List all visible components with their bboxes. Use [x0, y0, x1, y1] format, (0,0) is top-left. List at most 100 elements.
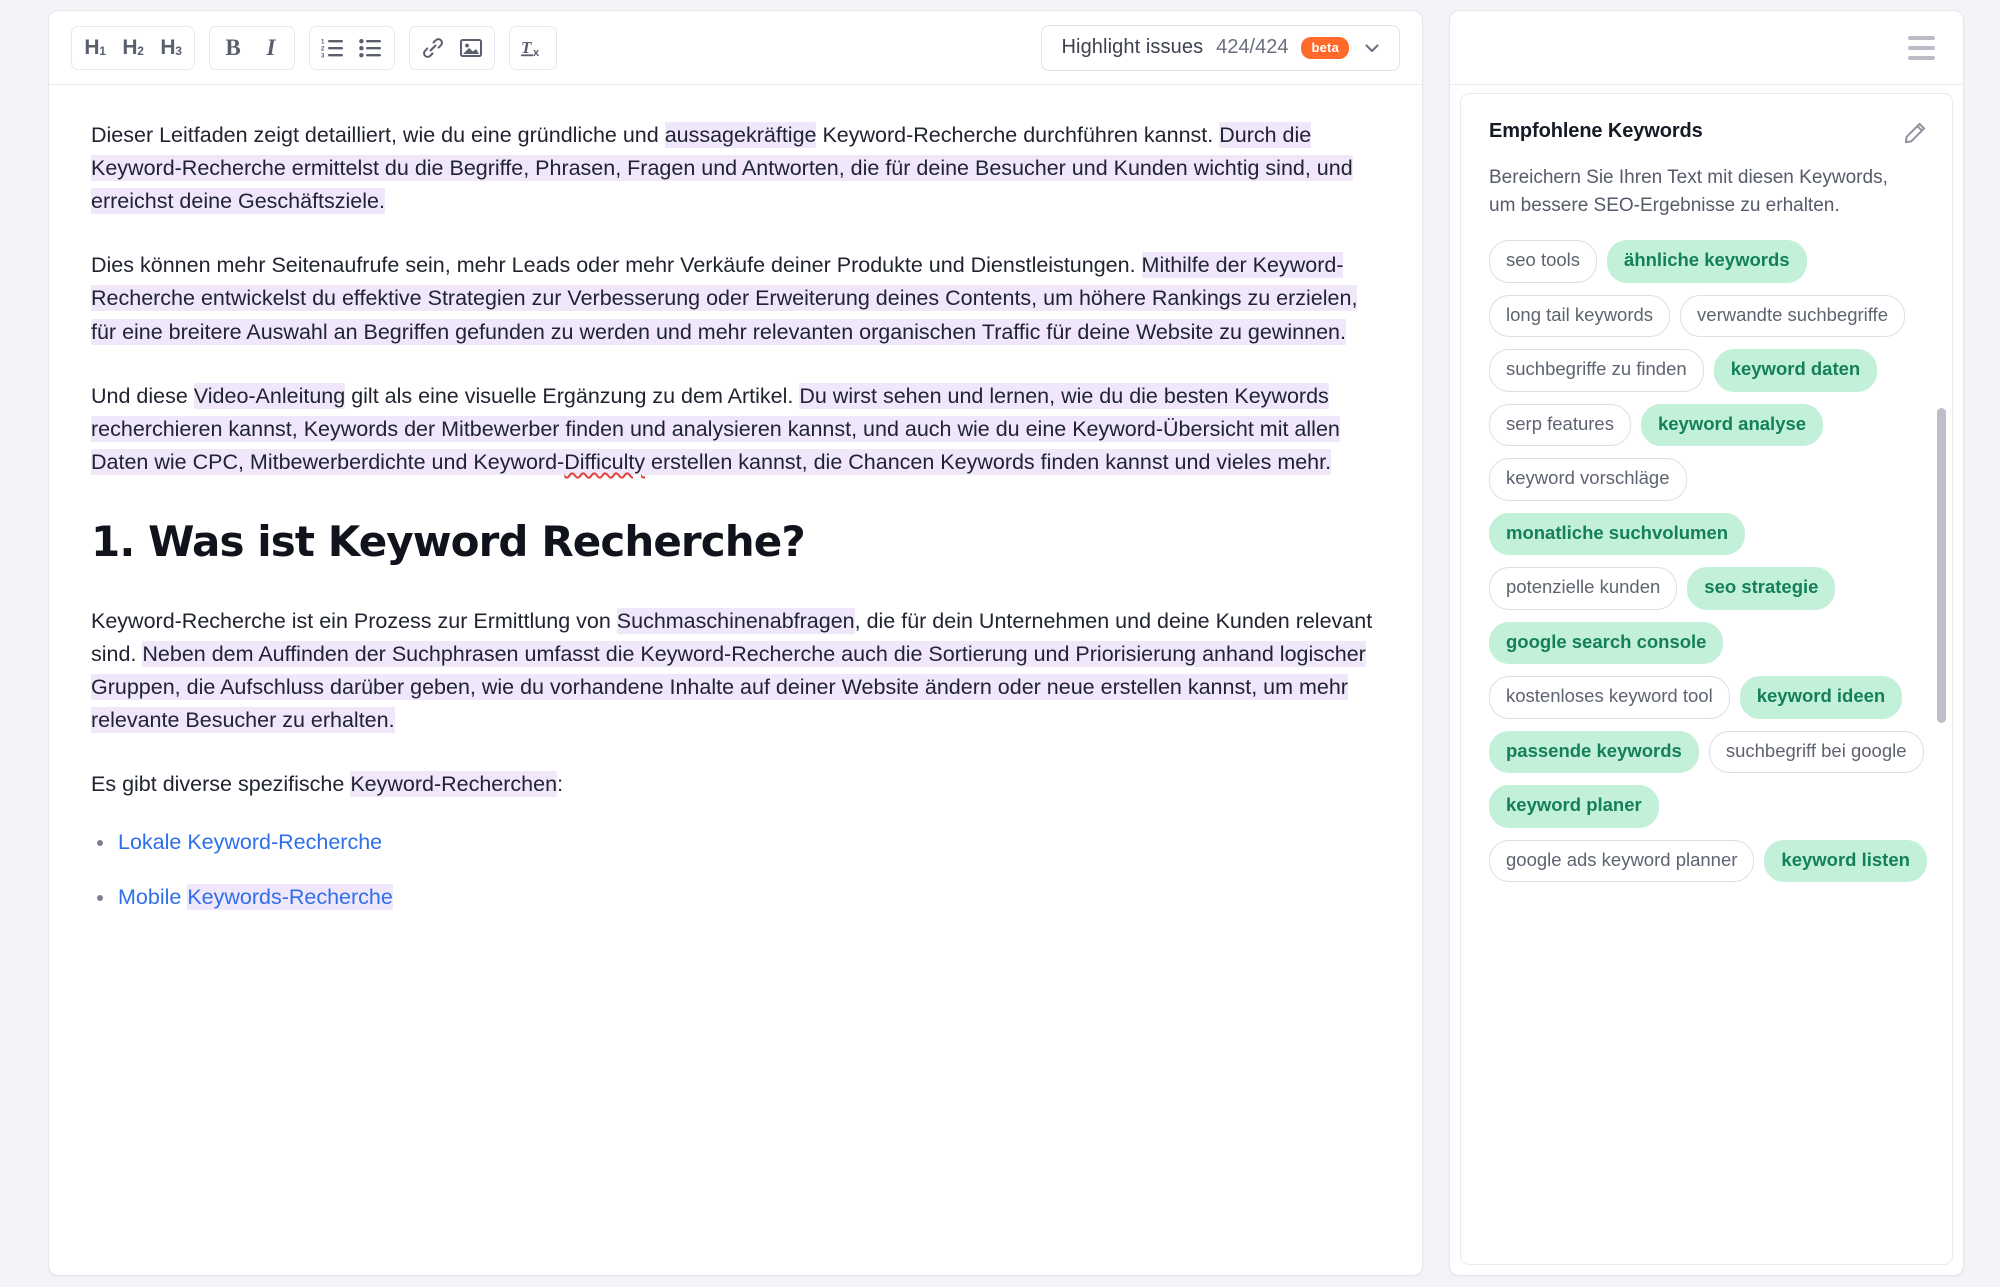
pencil-edit-icon[interactable]: [1902, 120, 1928, 146]
svg-text:x: x: [533, 47, 540, 59]
keyword-chip[interactable]: keyword ideen: [1739, 676, 1903, 719]
paragraph-3: Und diese Video-Anleitung gilt als eine …: [91, 380, 1382, 479]
keyword-chip[interactable]: keyword vorschläge: [1489, 458, 1687, 501]
link-button[interactable]: [414, 30, 452, 66]
sidebar-scrollbar-thumb[interactable]: [1937, 408, 1946, 723]
keyword-chip[interactable]: keyword daten: [1713, 349, 1878, 392]
p3-h2-text-b: erstellen kannst, die Chancen Keywords f…: [645, 449, 1332, 474]
p5-text-2: :: [557, 772, 564, 797]
keyword-chip[interactable]: potenzielle kunden: [1489, 567, 1678, 610]
highlight-issues-label: Highlight issues: [1061, 36, 1204, 58]
sidebar-scrollbar-track[interactable]: [1937, 156, 1946, 1206]
highlight-issues-count: 424/424: [1216, 36, 1289, 58]
heading-1-sub: 1: [99, 43, 106, 58]
p4-text-1: Keyword-Recherche ist ein Prozess zur Er…: [91, 608, 617, 633]
keyword-chip[interactable]: keyword analyse: [1640, 403, 1824, 447]
keyword-chip[interactable]: long tail keywords: [1489, 294, 1671, 338]
clear-formatting-button[interactable]: T x: [514, 30, 552, 66]
ordered-list-icon: 1 2 3: [321, 39, 343, 59]
keyword-chip[interactable]: seo tools: [1489, 240, 1598, 283]
recommended-keywords-title: Empfohlene Keywords: [1489, 120, 1703, 142]
misspelled-word[interactable]: Difficulty: [564, 450, 645, 474]
p3-text-1: Und diese: [91, 383, 194, 408]
list-item-link-text: Mobile: [118, 885, 188, 910]
keyword-chip[interactable]: passende keywords: [1489, 730, 1699, 774]
bullet-list-button[interactable]: [352, 30, 390, 66]
p2-text-1: Dies können mehr Seitenaufrufe sein, meh…: [91, 253, 1142, 278]
image-icon: [460, 38, 482, 57]
heading-2-sub: 2: [137, 43, 144, 58]
link-icon: [423, 37, 443, 58]
sidebar-body: Empfohlene Keywords Bereichern Sie Ihren…: [1450, 85, 1963, 1275]
editor-toolbar: H1 H2 H3 B I 1 2 3 T x Highlight issues …: [49, 11, 1422, 85]
keyword-chip[interactable]: suchbegriffe zu finden: [1489, 349, 1704, 392]
editor-workspace: H1 H2 H3 B I 1 2 3 T x Highlight issues …: [0, 0, 2000, 1287]
sidebar-header: [1450, 11, 1963, 85]
list-item-highlight: Keywords-Recherche: [187, 884, 393, 911]
heading-2-label: H: [122, 36, 138, 59]
svg-text:2: 2: [321, 46, 325, 52]
keyword-chip[interactable]: ähnliche keywords: [1607, 240, 1807, 283]
chevron-down-icon: [1362, 38, 1382, 58]
keyword-chip[interactable]: google ads keyword planner: [1489, 839, 1755, 883]
heading-3-label: H: [160, 36, 176, 59]
beta-badge: beta: [1301, 36, 1349, 59]
clear-formatting-icon: T x: [521, 38, 540, 59]
keyword-chip[interactable]: verwandte suchbegriffe: [1680, 294, 1905, 338]
keyword-chip[interactable]: suchbegriff bei google: [1708, 730, 1924, 774]
p4-highlight-1: Suchmaschinenabfragen: [616, 607, 855, 634]
hamburger-menu-icon[interactable]: [1906, 30, 1937, 66]
svg-text:T: T: [521, 38, 532, 57]
list-item[interactable]: Mobile Keywords-Recherche: [91, 881, 1382, 914]
insert-button-group: [409, 25, 495, 70]
clear-format-group: T x: [509, 25, 557, 70]
p1-text-2: Keyword-Recherche durchführen kannst.: [816, 123, 1220, 147]
paragraph-2: Dies können mehr Seitenaufrufe sein, meh…: [91, 249, 1382, 348]
bold-button[interactable]: B: [214, 30, 252, 66]
svg-text:3: 3: [321, 53, 325, 59]
recommended-keywords-header: Empfohlene Keywords: [1489, 120, 1928, 146]
recommended-keywords-description: Bereichern Sie Ihren Text mit diesen Key…: [1489, 167, 1888, 217]
section-heading: 1. Was ist Keyword Recherche?: [91, 516, 806, 566]
heading-2-button[interactable]: H2: [114, 30, 152, 66]
p1-text-1: Dieser Leitfaden zeigt detailliert, wie …: [91, 123, 665, 147]
list-button-group: 1 2 3: [309, 25, 395, 70]
document-editor-area[interactable]: Dieser Leitfaden zeigt detailliert, wie …: [49, 85, 1422, 1275]
p5-highlight-1: Keyword-Recherchen: [350, 771, 558, 798]
paragraph-5: Es gibt diverse spezifische Keyword-Rech…: [91, 768, 1382, 801]
list-item-link-text: Lokale Keyword-Recherche: [118, 830, 383, 855]
hamburger-bar: [1908, 55, 1935, 60]
paragraph-1: Dieser Leitfaden zeigt detailliert, wie …: [91, 119, 1382, 218]
hamburger-bar: [1908, 45, 1935, 50]
svg-text:1: 1: [321, 39, 325, 45]
p5-text-1: Es gibt diverse spezifische: [91, 772, 351, 797]
heading-1-button[interactable]: H1: [76, 30, 114, 66]
keyword-chip[interactable]: keyword listen: [1764, 839, 1927, 883]
keyword-research-type-list: Lokale Keyword-Recherche Mobile Keywords…: [91, 826, 1382, 914]
italic-button[interactable]: I: [252, 30, 290, 66]
keyword-chip[interactable]: kostenloses keyword tool: [1489, 676, 1730, 719]
sidebar-panel: Empfohlene Keywords Bereichern Sie Ihren…: [1449, 10, 1964, 1276]
keyword-chip-list: seo tools ähnliche keywords long tail keyw…: [1489, 240, 1928, 883]
p3-text-2: gilt als eine visuelle Ergänzung zu dem …: [345, 383, 800, 408]
editor-panel: H1 H2 H3 B I 1 2 3 T x Highlight issues …: [48, 10, 1423, 1276]
heading-3-button[interactable]: H3: [152, 30, 190, 66]
highlight-issues-dropdown[interactable]: Highlight issues 424/424 beta: [1040, 24, 1400, 71]
keyword-chip[interactable]: serp features: [1489, 403, 1631, 447]
heading-1-label: H: [84, 36, 100, 59]
keyword-chip[interactable]: google search console: [1489, 621, 1724, 665]
heading-3-sub: 3: [175, 43, 182, 58]
p3-highlight-1: Video-Anleitung: [193, 382, 346, 409]
heading-button-group: H1 H2 H3: [71, 25, 195, 70]
p4-highlight-2: Neben dem Auffinden der Suchphrasen umfa…: [91, 640, 1366, 733]
list-item[interactable]: Lokale Keyword-Recherche: [91, 826, 1382, 859]
text-style-button-group: B I: [209, 25, 295, 70]
keyword-chip[interactable]: seo strategie: [1687, 567, 1836, 610]
hamburger-bar: [1908, 35, 1935, 40]
ordered-list-button[interactable]: 1 2 3: [314, 30, 352, 66]
keyword-chip[interactable]: monatliche suchvolumen: [1489, 512, 1746, 556]
recommended-keywords-card: Empfohlene Keywords Bereichern Sie Ihren…: [1460, 93, 1953, 1265]
image-button[interactable]: [452, 30, 490, 66]
keyword-chip[interactable]: keyword planer: [1489, 785, 1659, 828]
bullet-list-icon: [359, 38, 381, 57]
